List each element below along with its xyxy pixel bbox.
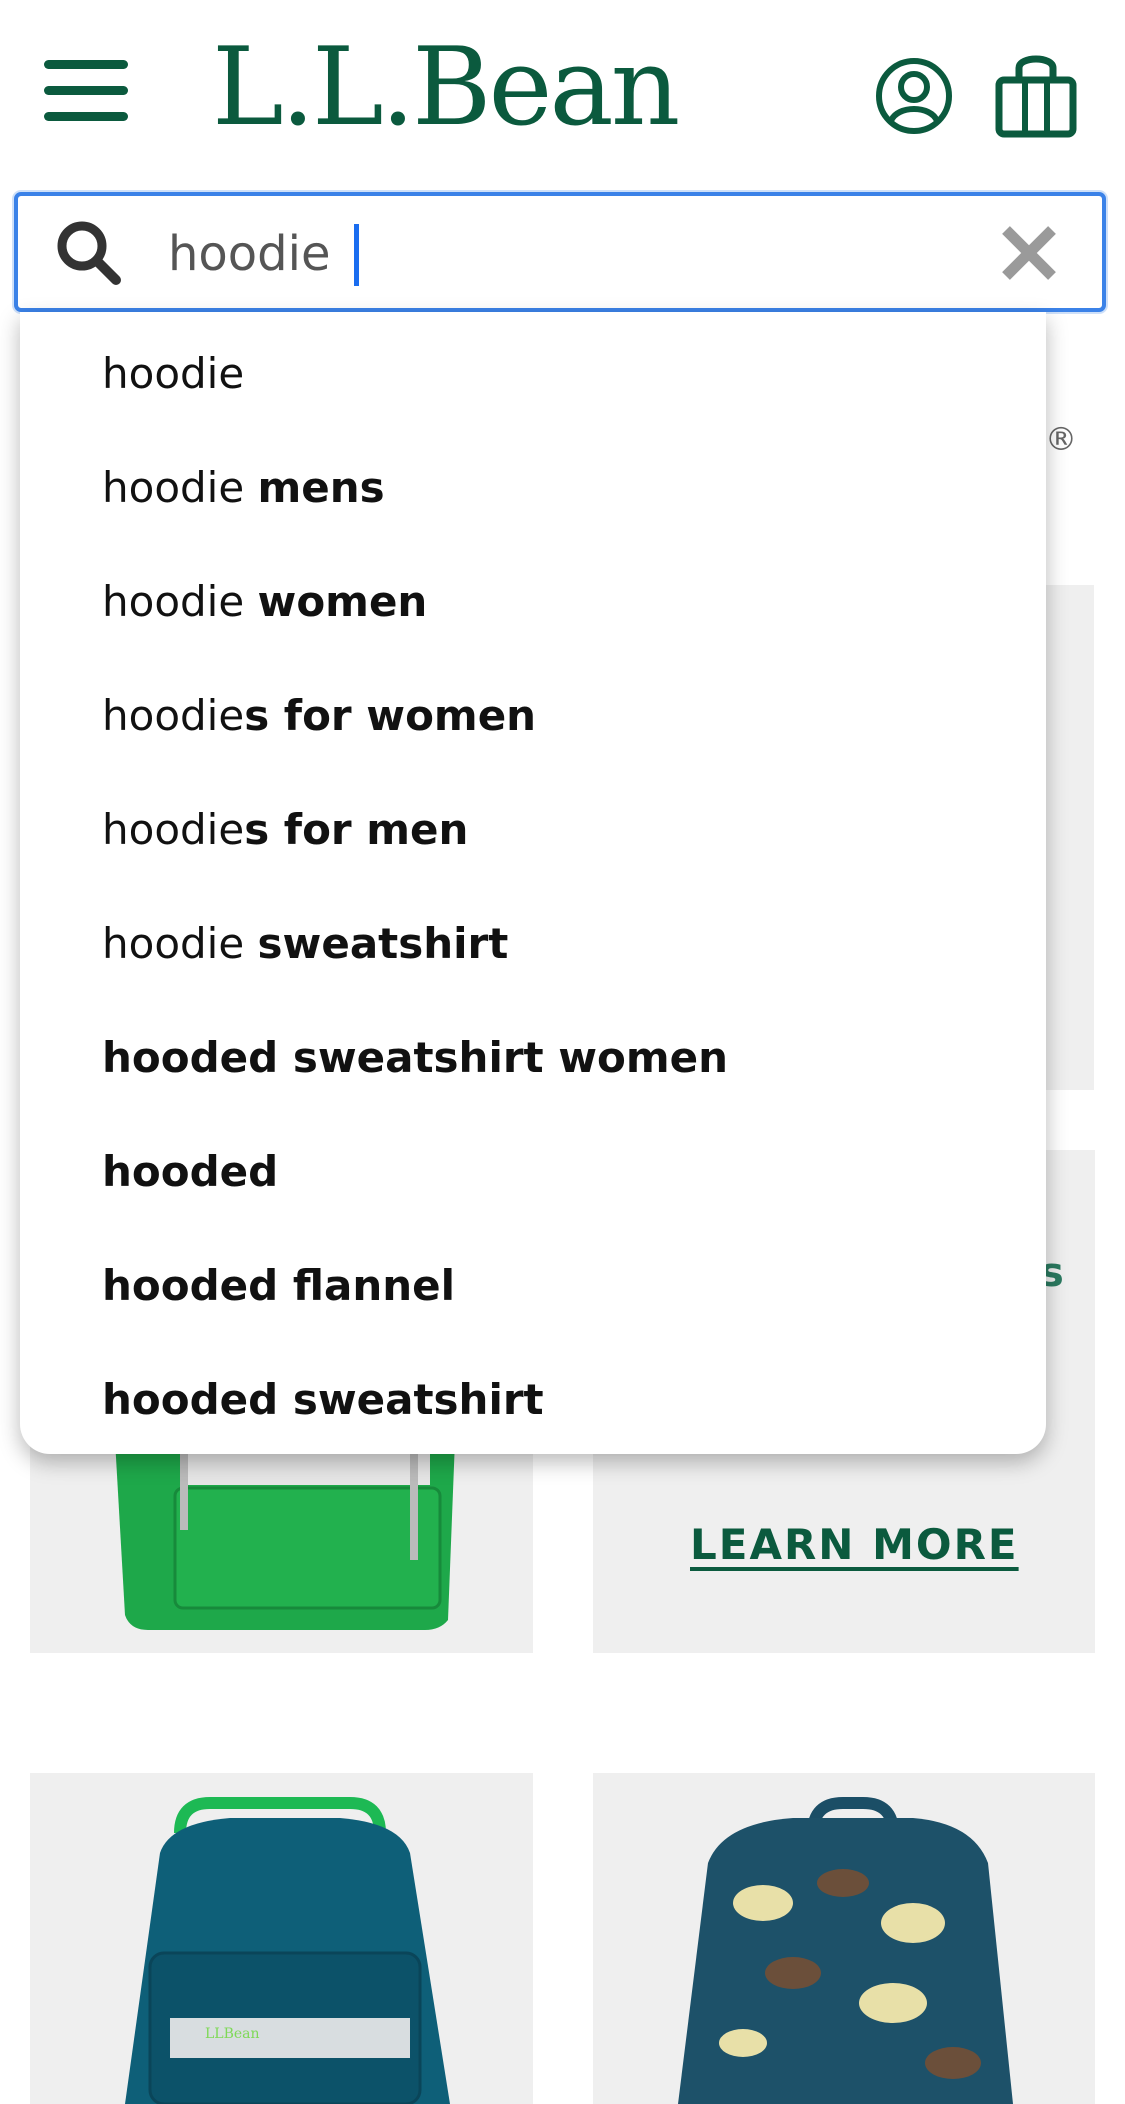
suggestion-item[interactable]: hoodie women (102, 562, 427, 642)
suggestion-prefix: hoodie (102, 919, 258, 968)
search-suggestions-dropdown: hoodie hoodie mens hoodie women hoodies … (20, 312, 1046, 1454)
product-tile[interactable] (1046, 585, 1094, 1090)
suggestion-item[interactable]: hoodie sweatshirt (102, 904, 508, 984)
suggestion-item[interactable]: hoodies for men (102, 790, 468, 870)
product-tile-backpack-green[interactable] (30, 1440, 533, 1653)
suggestion-prefix: hoodie (102, 577, 258, 626)
suggestion-prefix: hoodie (102, 349, 245, 398)
suggestion-completion: hooded (102, 1147, 279, 1196)
suggestion-completion: hooded flannel (102, 1261, 456, 1310)
suggestion-prefix: hoodie (102, 691, 245, 740)
suggestion-item[interactable]: hooded sweatshirt women (102, 1018, 728, 1098)
search-input[interactable] (168, 214, 948, 294)
brand-logo[interactable]: L.L.Bean (212, 28, 680, 148)
learn-more-link[interactable]: LEARN MORE (690, 1520, 1019, 1569)
search-icon[interactable] (54, 218, 124, 288)
suggestion-item[interactable]: hooded (102, 1132, 278, 1212)
site-header: L.L.Bean (0, 0, 1125, 190)
suggestion-item[interactable]: hooded flannel (102, 1246, 455, 1326)
suggestion-completion: s for women (244, 691, 537, 740)
shopping-bag-icon[interactable] (995, 50, 1077, 140)
suggestion-prefix: hoodie (102, 805, 245, 854)
suggestion-item[interactable]: hoodie (102, 334, 244, 414)
suggestion-completion: hooded sweatshirt women (102, 1033, 729, 1082)
backpack-image: LLBean (125, 1797, 450, 2104)
suggestion-completion: s for men (244, 805, 469, 854)
product-tile-backpack-teal[interactable]: LLBean (30, 1773, 533, 2104)
suggestion-item[interactable]: hooded sweatshirt (102, 1360, 544, 1440)
svg-text:LLBean: LLBean (205, 2026, 260, 2042)
account-icon[interactable] (875, 57, 953, 135)
suggestion-item[interactable]: hoodies for women (102, 676, 536, 756)
suggestion-completion: women (257, 577, 428, 626)
backpack-image (115, 1440, 455, 1630)
trademark-symbol: ® (1045, 420, 1077, 458)
text-cursor (354, 224, 359, 286)
suggestion-item[interactable]: hoodie mens (102, 448, 385, 528)
backpack-image (678, 1797, 1013, 2104)
suggestion-completion: sweatshirt (257, 919, 509, 968)
suggestion-completion: hooded sweatshirt (102, 1375, 544, 1424)
product-tile-backpack-camo[interactable] (593, 1773, 1095, 2104)
search-bar (14, 192, 1106, 312)
menu-icon[interactable] (44, 60, 130, 121)
clear-search-icon[interactable] (998, 222, 1060, 284)
suggestion-prefix: hoodie (102, 463, 258, 512)
suggestion-completion: mens (257, 463, 385, 512)
